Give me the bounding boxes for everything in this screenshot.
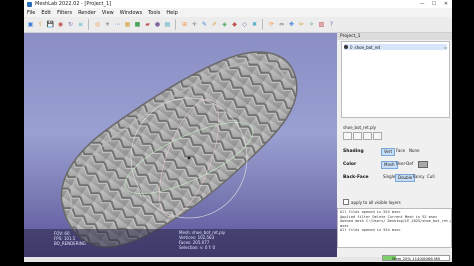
remesh-icon[interactable]: ▧ [317, 20, 326, 30]
viewport-info-overlay: FOV: 60 FPS: 101.5 BO_RENDERING Mesh: sh… [24, 229, 337, 257]
selection-label: Selection: v: 0 f: 0 [179, 245, 216, 250]
points-icon[interactable]: ⋯ [113, 20, 122, 30]
memory-label: Mem 20% 1140/6066 MB [392, 256, 440, 261]
maximize-button[interactable]: ☐ [428, 1, 440, 7]
open-icon[interactable]: ▣ [26, 20, 35, 30]
menu-edit[interactable]: Edit [38, 10, 54, 16]
pick-icon[interactable]: ✛ [190, 20, 199, 30]
menu-tools[interactable]: Tools [145, 10, 163, 16]
menu-file[interactable]: File [24, 10, 38, 16]
info-left: FOV: 60 FPS: 101.5 BO_RENDERING [54, 231, 86, 246]
title-bar: MeshLab 2022.02 - [Project_1] — ☐ ✕ [24, 0, 452, 8]
shoe-sole-mesh[interactable] [60, 51, 298, 248]
toolbar-separator [88, 19, 91, 30]
main-toolbar: ▣ ⇪ 💾 ◉ ↻ ≡ ◎ ☀ ⋯ ▦ ■ ▰ ● ▤ ⊞ ✛ ✎ ✐ ◈ ◆ ◇ ✖ ⟳ ⇔ ✥ ✏ ✧ ▧? [24, 17, 452, 33]
memory-usage-bar: Mem 20% 1140/6066 MB [382, 255, 450, 261]
log-line: Opened mesh C:/Users/ Desktop/LE_2025/sh… [340, 219, 452, 224]
texture-render-icon[interactable] [373, 132, 382, 140]
apply-all-label: apply to all visible layers [351, 199, 401, 205]
menu-render[interactable]: Render [75, 10, 99, 16]
layer-info-icon[interactable]: ▫ [444, 45, 447, 50]
solid-icon[interactable]: ■ [133, 20, 142, 30]
window-controls: — ☐ ✕ [416, 1, 452, 7]
backface-cull-option[interactable]: Cull [425, 174, 437, 180]
layers-icon[interactable]: ≡ [76, 20, 85, 30]
menu-bar: File Edit Filters Render View Windows To… [24, 8, 452, 17]
black-border-left [0, 0, 24, 266]
color-label: Color [343, 162, 357, 167]
apply-all-checkbox[interactable] [343, 199, 349, 205]
select-connected-icon[interactable]: ◇ [240, 20, 249, 30]
wireframe-icon[interactable]: ▦ [123, 20, 132, 30]
menu-filters[interactable]: Filters [54, 10, 75, 16]
black-border-right [452, 0, 474, 266]
menu-windows[interactable]: Windows [117, 10, 145, 16]
shading-none-option[interactable]: None [407, 148, 421, 154]
shading-label: Shading [343, 149, 364, 154]
toolbar-separator [175, 19, 178, 30]
texture-icon[interactable]: ▤ [163, 20, 172, 30]
select-face-icon[interactable]: ◆ [230, 20, 239, 30]
3d-viewport[interactable]: FOV: 60 FPS: 101.5 BO_RENDERING Mesh: sh… [24, 33, 337, 257]
measure-icon[interactable]: ⊞ [180, 20, 189, 30]
layer-row[interactable]: 0 shoe_bot_ret ▫ [344, 44, 447, 50]
annotation-icon[interactable]: ✎ [200, 20, 209, 30]
import-icon[interactable]: ⇪ [36, 20, 45, 30]
help-icon[interactable]: ? [327, 20, 336, 30]
align-icon[interactable]: ⇔ [277, 20, 286, 30]
reload-icon[interactable]: ↻ [66, 20, 75, 30]
visibility-eye-icon[interactable] [344, 45, 348, 49]
layer-name: shoe_bot_ret [354, 44, 381, 50]
log-panel[interactable]: All files opened in 554 msec Applied fil… [337, 208, 452, 248]
smooth-icon[interactable]: ● [153, 20, 162, 30]
solid-render-icon[interactable] [363, 132, 372, 140]
flat-icon[interactable]: ▰ [143, 20, 152, 30]
window-title: MeshLab 2022.02 - [Project_1] [35, 1, 112, 7]
mesh-render[interactable] [24, 33, 337, 257]
color-swatch[interactable] [418, 161, 428, 168]
rotate-icon[interactable]: ⟳ [267, 20, 276, 30]
menu-help[interactable]: Help [163, 10, 180, 16]
project-header: Project_1 [337, 33, 452, 40]
snapshot-icon[interactable]: ◉ [56, 20, 65, 30]
light-icon[interactable]: ☀ [103, 20, 112, 30]
points-render-icon[interactable] [343, 132, 352, 140]
shading-face-option[interactable]: Face [394, 148, 407, 154]
meshlab-window: MeshLab 2022.02 - [Project_1] — ☐ ✕ File… [24, 0, 452, 262]
toolbar-separator [262, 19, 265, 30]
select-vertex-icon[interactable]: ◈ [220, 20, 229, 30]
clean-icon[interactable]: ✧ [307, 20, 316, 30]
manipulator-icon[interactable]: ✥ [287, 20, 296, 30]
meshlab-app-icon [27, 1, 32, 7]
menu-view[interactable]: View [99, 10, 117, 16]
color-userdef-option[interactable]: User-Def [394, 161, 415, 167]
wire-render-icon[interactable] [353, 132, 362, 140]
minimize-button[interactable]: — [416, 1, 428, 7]
layer-list[interactable]: 0 shoe_bot_ret ▫ [341, 41, 450, 118]
trackball-icon[interactable]: ◎ [93, 20, 102, 30]
selected-mesh-name: shoe_bot_ret.ply [343, 125, 376, 130]
layer-index: 0 [350, 44, 353, 50]
paint-icon[interactable]: ✐ [210, 20, 219, 30]
close-button[interactable]: ✕ [440, 1, 452, 7]
log-line: All files opened in 554 msec [340, 228, 401, 233]
delete-icon[interactable]: ✖ [250, 20, 259, 30]
shading-vert-option[interactable]: Vert [381, 148, 396, 156]
backface-label: Back-Face [343, 175, 369, 180]
save-icon[interactable]: 💾 [46, 20, 55, 30]
sketch-icon[interactable]: ✏ [297, 20, 306, 30]
info-right: Mesh: shoe_bot_ret.ply Vertices: 102,563… [179, 230, 225, 250]
render-mode-label: BO_RENDERING [54, 241, 86, 246]
apply-all-row[interactable]: apply to all visible layers [343, 199, 401, 205]
